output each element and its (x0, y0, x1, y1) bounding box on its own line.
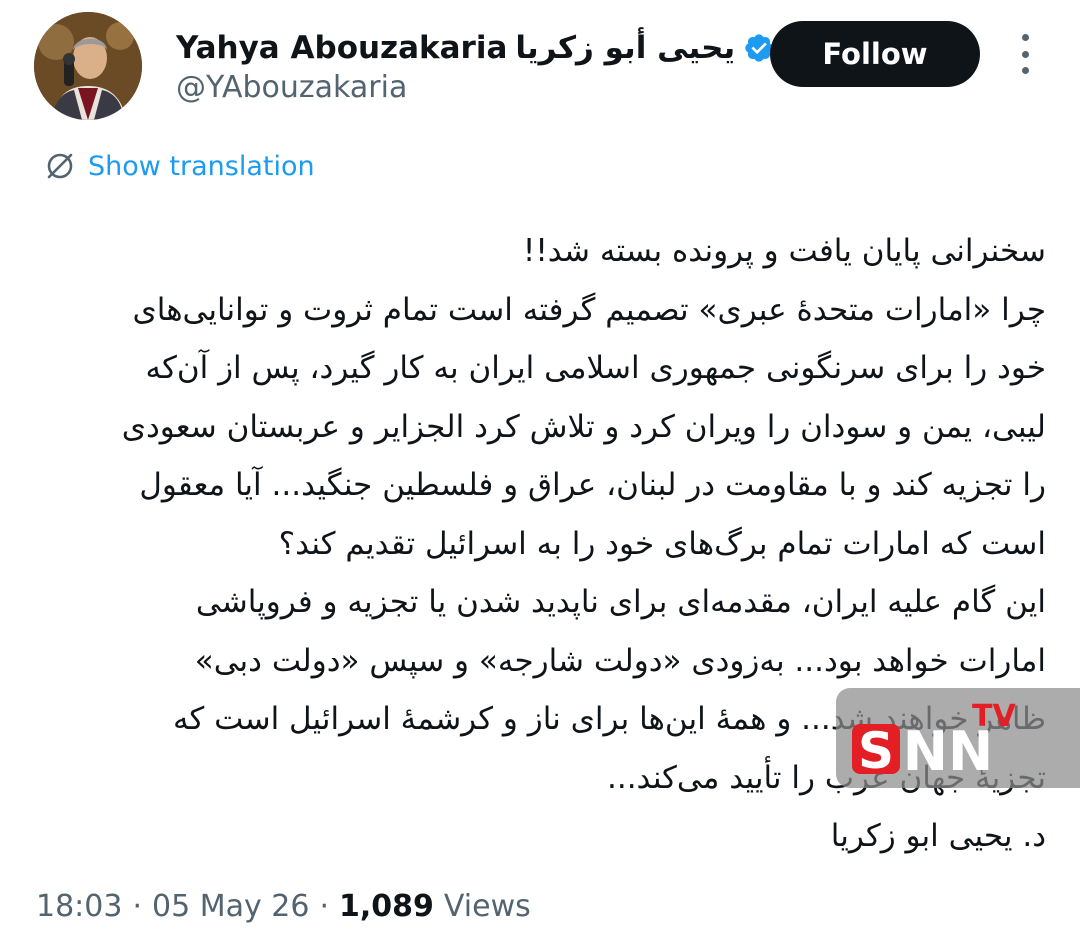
more-dot (1021, 50, 1029, 58)
tweet-line: چرا «امارات متحدۀ عبری» تصمیم گرفته است … (132, 291, 1047, 328)
snn-logo-tv: TV (972, 699, 1016, 734)
more-dot (1021, 34, 1029, 41)
author-name-row[interactable]: Yahya Abouzakaria يحيى أبو زكريا (176, 26, 775, 70)
tweet-meta: 18:03 · 05 May 26 · 1,089 Views (36, 884, 531, 928)
snn-logo-s: S (858, 722, 894, 780)
more-vertical-icon[interactable] (1012, 34, 1038, 74)
author-name[interactable]: Yahya Abouzakaria (176, 30, 507, 66)
author-name-arabic[interactable]: يحيى أبو زكريا (515, 30, 735, 66)
tweet-date[interactable]: 05 May 26 (152, 889, 309, 924)
snn-tv-logo: S NN TV (848, 698, 1048, 783)
tweet-header: Yahya Abouzakaria يحيى أبو زكريا @YAbouz… (0, 0, 1080, 140)
more-dot (1021, 67, 1029, 74)
meta-separator: · (319, 888, 330, 924)
translate-icon (44, 150, 76, 182)
meta-separator: · (132, 888, 143, 924)
tweet-line: خود را برای سرنگونی جمهوری اسلامی ایران … (145, 350, 1046, 386)
show-translation-link[interactable]: Show translation (44, 146, 315, 186)
tweet-line: امارات خواهد بود... به‌زودی «دولت شارجه»… (194, 642, 1046, 679)
show-translation-label[interactable]: Show translation (88, 151, 315, 182)
tweet-line: د. یحیی ابو زکریا (830, 818, 1046, 854)
follow-button[interactable]: Follow (770, 21, 980, 87)
tweet-line: این گام علیه ایران، مقدمه‌ای برای ناپدید… (195, 584, 1046, 620)
views-label: Views (443, 888, 531, 924)
tweet-time[interactable]: 18:03 (36, 889, 122, 924)
views-count[interactable]: 1,089 (339, 889, 434, 924)
tweet-line: است که امارات تمام برگ‌های خود را به اسر… (278, 525, 1046, 562)
author-handle[interactable]: @YAbouzakaria (176, 70, 407, 105)
tweet-line: لیبی، یمن و سودان را ویران کرد و تلاش کر… (121, 408, 1046, 445)
avatar[interactable] (34, 12, 142, 120)
tweet-line: سخنرانی پایان یافت و پرونده بسته شد!! (522, 233, 1046, 269)
tweet-line: را تجزیه کند و با مقاومت در لبنان، عراق … (139, 467, 1046, 503)
